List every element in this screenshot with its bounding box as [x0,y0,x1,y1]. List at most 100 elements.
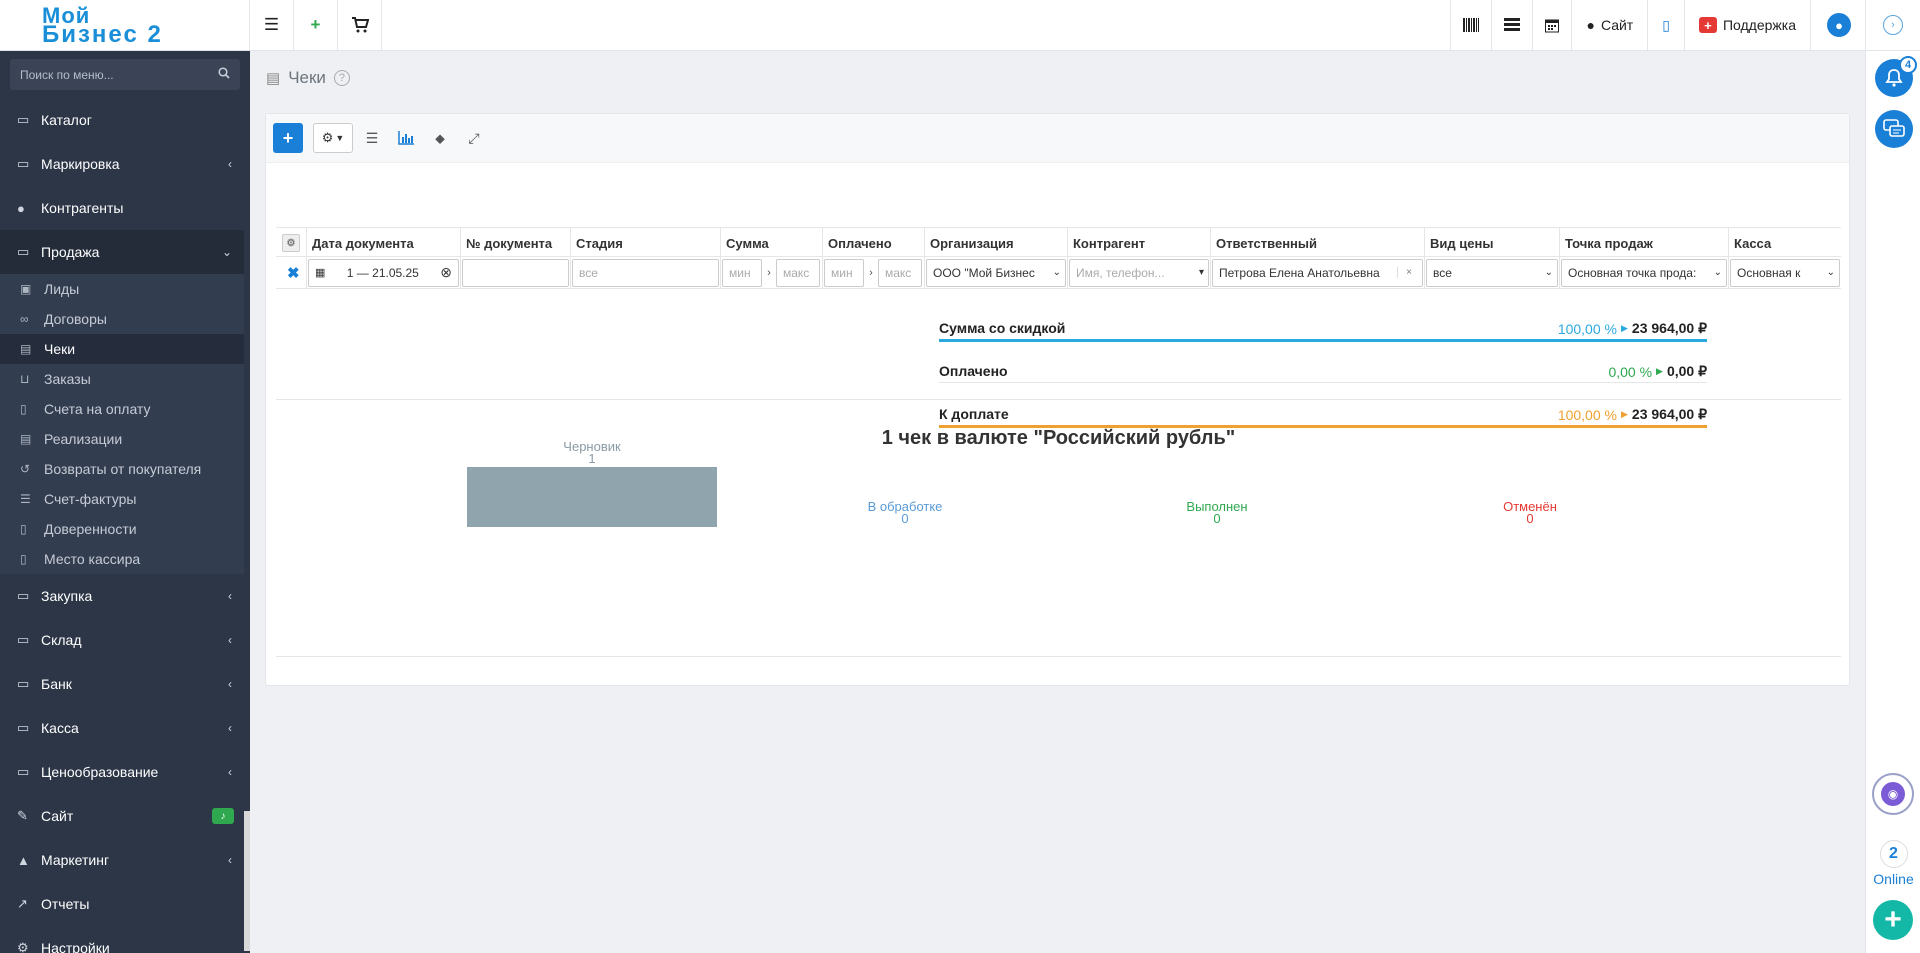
responsible-input[interactable]: Петрова Елена Анатольевна × [1212,258,1423,287]
sidebar-item-settings[interactable]: ⚙ Настройки [0,926,250,953]
online-counter[interactable]: 2 Online [1866,840,1920,887]
filter-input-row: ✖ ▦ 1 — 21.05.25 ⊗ все мин › макс мин › … [276,256,1841,289]
col-header-date[interactable]: Дата документа [306,228,460,258]
paid-max-input[interactable]: макс [878,258,922,287]
sidebar-item-site[interactable]: ✎ Сайт ♪ [0,794,250,838]
sidebar-sub-contracts[interactable]: ∞ Договоры [0,304,250,334]
document-number-input[interactable] [462,258,569,287]
col-header-price-type[interactable]: Вид цены [1424,228,1559,258]
sidebar-item-label: Ценообразование [41,764,159,780]
sidebar-item-pricing[interactable]: ▭ Ценообразование ‹ [0,750,250,794]
summary-percent: 0,00 % [1608,363,1653,380]
paid-min-input[interactable]: мин [824,258,864,287]
receipt-icon: ▤ [266,70,281,87]
clear-circle-icon[interactable]: ⊗ [440,264,452,281]
notifications-bell-icon[interactable]: 4 [1875,56,1917,97]
sidebar-item-purchase[interactable]: ▭ Закупка ‹ [0,574,250,618]
chevron-left-icon: ‹ [228,157,232,171]
top-bar: Мой Бизнес 2 ☰ + ● Сайт ▯ + Поддержка ● [0,0,1865,51]
summary-amount: 0,00 ₽ [1666,363,1707,379]
chevron-left-icon: ‹ [228,765,232,779]
sidebar-item-sales[interactable]: ▭ Продажа ⌄ [0,230,250,274]
cashbox-select[interactable]: Основная к ⌄ [1730,258,1840,287]
sum-max-input[interactable]: макс [776,258,820,287]
sidebar-item-contractors[interactable]: ● Контрагенты [0,186,250,230]
tags-icon[interactable]: ⬥ [425,123,455,153]
quick-add-button[interactable]: + [1873,900,1913,940]
logo[interactable]: Мой Бизнес 2 [0,0,250,51]
col-header-cashbox[interactable]: Касса [1728,228,1841,258]
sidebar-item-reports[interactable]: ↗ Отчеты [0,882,250,926]
cart-icon[interactable] [338,0,382,50]
user-icon: ● [1827,13,1851,37]
fullscreen-icon[interactable]: ⤢ [459,123,489,153]
server-icon[interactable] [1491,0,1532,50]
barcode-icon[interactable] [1450,0,1491,50]
sidebar-sub-orders[interactable]: ⊔ Заказы [0,364,250,394]
sidebar-sub-returns[interactable]: ↺ Возвраты от покупателя [0,454,250,484]
summary-row-paid: Оплачено 0,00 % ▶ 0,00 ₽ [939,355,1707,398]
folder-icon: ▭ [17,720,30,735]
caret-right-icon: ▶ [1620,409,1628,419]
sidebar-item-label: Маркировка [41,156,120,172]
bar-chart-icon[interactable] [391,123,421,153]
sidebar-item-warehouse[interactable]: ▭ Склад ‹ [0,618,250,662]
sidebar-item-marketing[interactable]: ▲ Маркетинг ‹ [0,838,250,882]
columns-settings[interactable]: ⚙ [276,228,306,258]
stage-bar[interactable] [467,467,717,527]
sidebar-sub-sales[interactable]: ▤ Реализации [0,424,250,454]
sidebar-sub-leads[interactable]: ▣ Лиды [0,274,250,304]
sidebar-sub-tax-invoices[interactable]: ☰ Счет-фактуры [0,484,250,514]
stage-select[interactable]: все [572,258,719,287]
sidebar-item-cash[interactable]: ▭ Касса ‹ [0,706,250,750]
add-icon[interactable]: + [294,0,338,50]
col-header-number[interactable]: № документа [460,228,570,258]
organization-select[interactable]: ООО "Мой Бизнес ⌄ [926,258,1066,287]
stage-label: Выполнен 0 [1092,500,1342,525]
col-header-stage[interactable]: Стадия [570,228,720,258]
cashbox-value: Основная к [1737,265,1801,280]
gear-icon: ⚙ [282,234,300,252]
sidebar-item-marking[interactable]: ▭ Маркировка ‹ [0,142,250,186]
settings-dropdown-button[interactable]: ⚙ ▼ [313,123,353,153]
site-link[interactable]: ● Сайт [1571,0,1647,50]
assistant-icon: ◉ [1881,782,1905,806]
col-header-sum[interactable]: Сумма [720,228,822,258]
assistant-avatar[interactable]: ◉ [1872,773,1914,815]
sales-point-select[interactable]: Основная точка прода: ⌄ [1561,258,1727,287]
sidebar-item-catalog[interactable]: ▭ Каталог [0,98,250,142]
col-header-responsible[interactable]: Ответственный [1210,228,1424,258]
date-range-input[interactable]: ▦ 1 — 21.05.25 ⊗ [308,258,459,287]
summary-label: Оплачено [939,363,1008,379]
col-header-paid[interactable]: Оплачено [822,228,924,258]
clear-x-icon[interactable]: × [1397,267,1418,278]
add-button[interactable]: + [273,123,303,153]
col-header-contractor[interactable]: Контрагент [1067,228,1210,258]
sidebar-search-input[interactable]: Поиск по меню... [10,59,240,90]
menu-toggle-icon[interactable]: ☰ [250,0,294,50]
list-view-icon[interactable]: ☰ [357,123,387,153]
stage-value: 1 [588,451,596,466]
calendar-icon[interactable] [1532,0,1571,50]
price-type-select[interactable]: все ⌄ [1426,258,1558,287]
mobile-app-icon[interactable]: ▯ [1647,0,1684,50]
sidebar-sub-cashier-place[interactable]: ▯ Место кассира [0,544,250,574]
gear-icon: ⚙ [321,130,334,145]
sidebar-item-bank[interactable]: ▭ Банк ‹ [0,662,250,706]
support-button[interactable]: + Поддержка [1683,0,1810,50]
col-header-organization[interactable]: Организация [924,228,1067,258]
sub-label: Реализации [44,431,123,447]
chevron-right-icon[interactable]: › [1883,15,1903,35]
sidebar-sub-invoices[interactable]: ▯ Счета на оплату [0,394,250,424]
chat-icon[interactable] [1875,110,1913,148]
col-header-sales-point[interactable]: Точка продаж [1559,228,1728,258]
user-menu[interactable]: ● [1810,0,1865,50]
contractor-input[interactable]: Имя, телефон... ▾ [1069,258,1209,287]
help-icon[interactable]: ? [333,70,350,86]
summary-percent: 100,00 % [1557,406,1617,423]
folder-icon: ▭ [17,764,30,779]
sidebar-sub-receipts[interactable]: ▤ Чеки [0,334,250,364]
sum-min-input[interactable]: мин [722,258,762,287]
sidebar-sub-powers-of-attorney[interactable]: ▯ Доверенности [0,514,250,544]
clear-filters-icon[interactable]: ✖ [287,264,300,282]
